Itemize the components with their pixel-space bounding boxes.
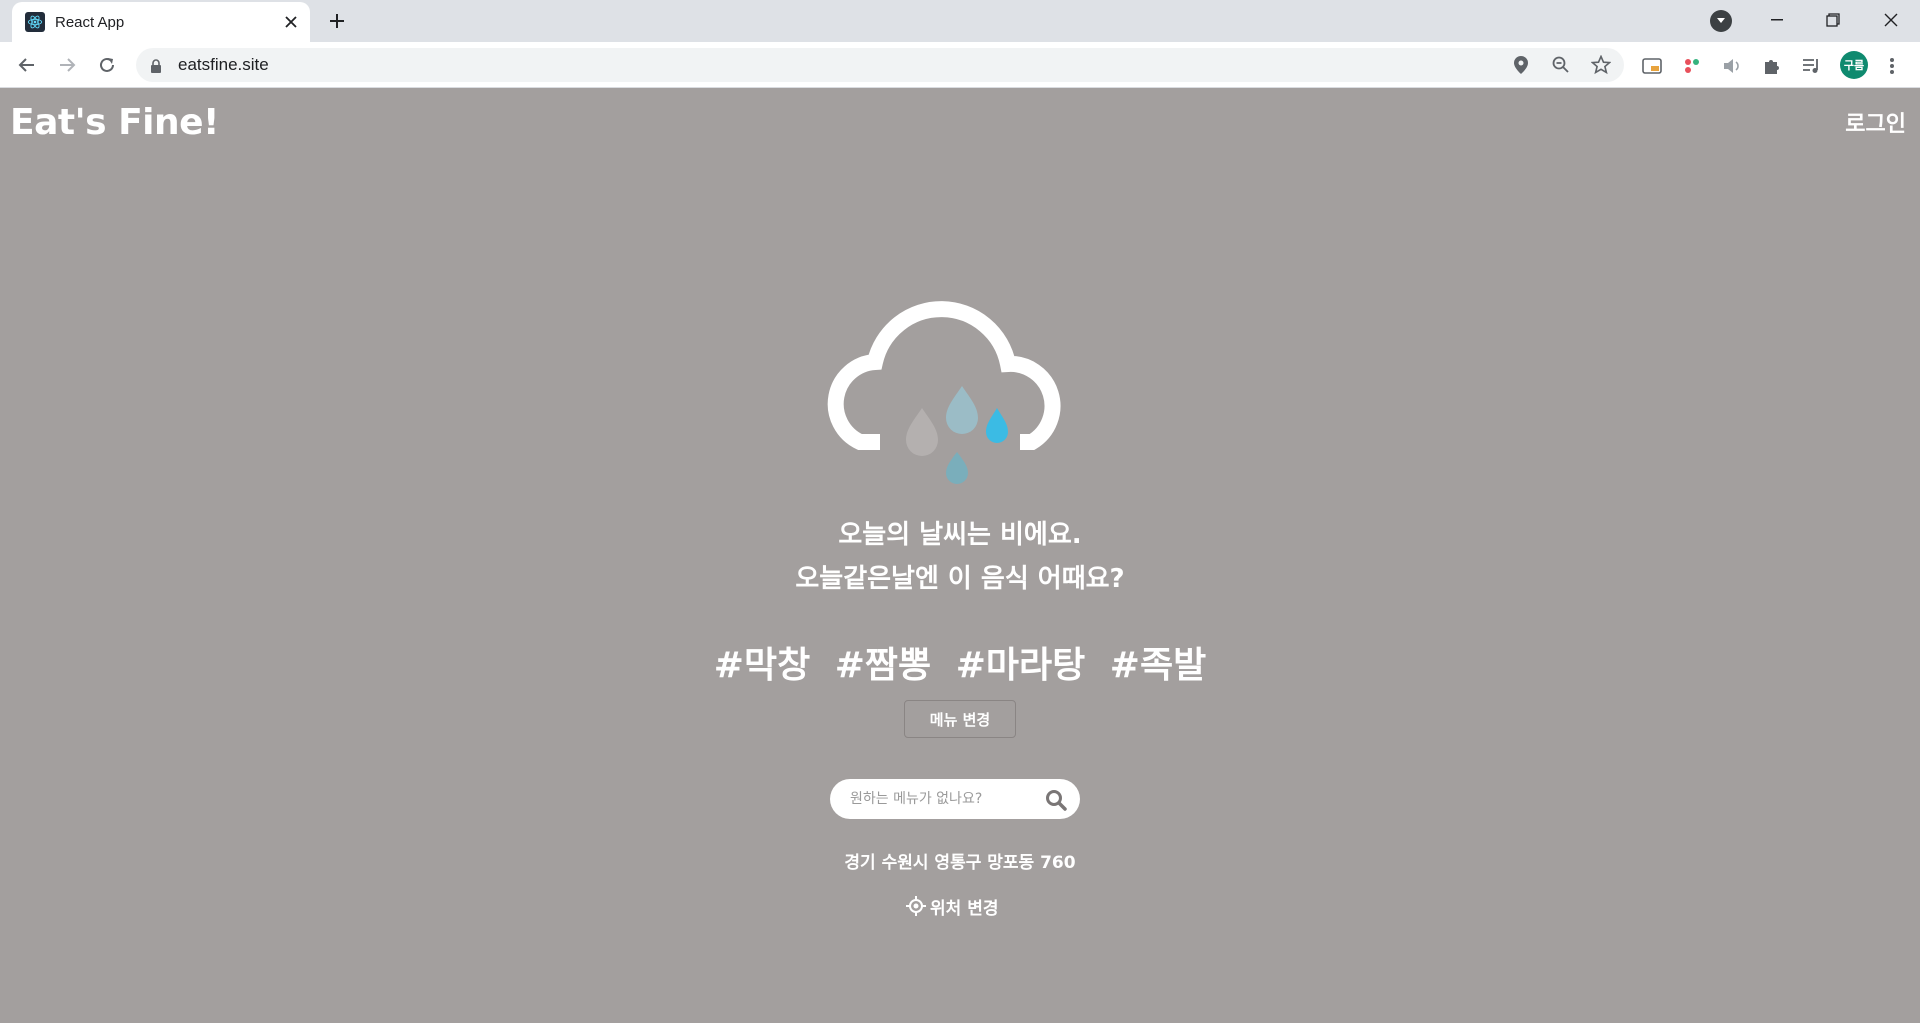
raindrop-light-blue xyxy=(946,386,978,434)
food-tag[interactable]: #막창 xyxy=(714,645,810,686)
url-text: eatsfine.site xyxy=(178,55,269,74)
food-tag[interactable]: #마라탕 xyxy=(956,645,1086,686)
recommended-food-tags: #막창 #짬뽕 #마라탕 #족발 xyxy=(0,636,1920,688)
new-tab-plus-icon[interactable] xyxy=(325,9,349,33)
crosshair-icon xyxy=(906,896,926,916)
tab-title: React App xyxy=(55,13,125,31)
address-bar[interactable]: eatsfine.site xyxy=(136,48,1624,82)
react-favicon-icon xyxy=(25,12,45,32)
puzzle-icon[interactable] xyxy=(1760,54,1784,78)
extension-dots-icon[interactable] xyxy=(1680,54,1704,78)
food-tag[interactable]: #짬뽕 xyxy=(835,645,931,686)
more-vert-icon[interactable] xyxy=(1880,54,1904,78)
cloud-rain-icon xyxy=(827,301,1061,484)
raindrop-gray xyxy=(906,408,938,456)
browser-tab-bar: React App xyxy=(0,0,1920,42)
location-pin-icon[interactable] xyxy=(1510,54,1532,76)
site-logo[interactable]: Eat's Fine! xyxy=(10,102,219,143)
browser-toolbar: eatsfine.site 구름 xyxy=(0,42,1920,88)
login-button[interactable]: 로그인 xyxy=(1845,106,1906,138)
tab-search-dropdown-icon[interactable] xyxy=(1710,10,1732,32)
reload-icon[interactable] xyxy=(92,50,122,80)
current-address: 경기 수원시 영통구 망포동 760 xyxy=(844,853,1076,873)
food-suggestion-message: 오늘같은날엔 이 음식 어때요? xyxy=(795,564,1125,594)
profile-avatar[interactable]: 구름 xyxy=(1840,51,1868,79)
menu-search-bar xyxy=(830,779,1080,819)
zoom-out-icon[interactable] xyxy=(1550,54,1572,76)
lock-icon xyxy=(150,58,162,77)
change-location-label: 위처 변경 xyxy=(930,898,999,919)
browser-tab[interactable]: React App xyxy=(12,2,310,42)
speaker-icon[interactable] xyxy=(1720,54,1744,78)
star-icon[interactable] xyxy=(1590,54,1612,76)
raindrop-teal xyxy=(946,452,968,484)
window-close-icon[interactable] xyxy=(1864,0,1918,40)
forward-icon[interactable] xyxy=(52,50,82,80)
back-icon[interactable] xyxy=(12,50,42,80)
change-location-button[interactable]: 위처 변경 xyxy=(906,894,999,919)
minimize-icon[interactable] xyxy=(1750,0,1804,40)
menu-search-input[interactable] xyxy=(850,779,1040,819)
change-menu-button[interactable]: 메뉴 변경 xyxy=(904,700,1016,738)
raindrop-blue xyxy=(986,408,1008,443)
media-control-icon[interactable] xyxy=(1800,54,1824,78)
page-content: Eat's Fine! 로그인 오늘의 날씨는 비에요. 오늘같은날엔 이 음식… xyxy=(0,88,1920,1023)
food-tag[interactable]: #족발 xyxy=(1110,645,1206,686)
close-icon[interactable] xyxy=(282,13,300,31)
cast-icon[interactable] xyxy=(1640,54,1664,78)
search-icon[interactable] xyxy=(1044,788,1068,812)
restore-icon[interactable] xyxy=(1806,0,1860,40)
weather-message: 오늘의 날씨는 비에요. xyxy=(838,520,1082,550)
